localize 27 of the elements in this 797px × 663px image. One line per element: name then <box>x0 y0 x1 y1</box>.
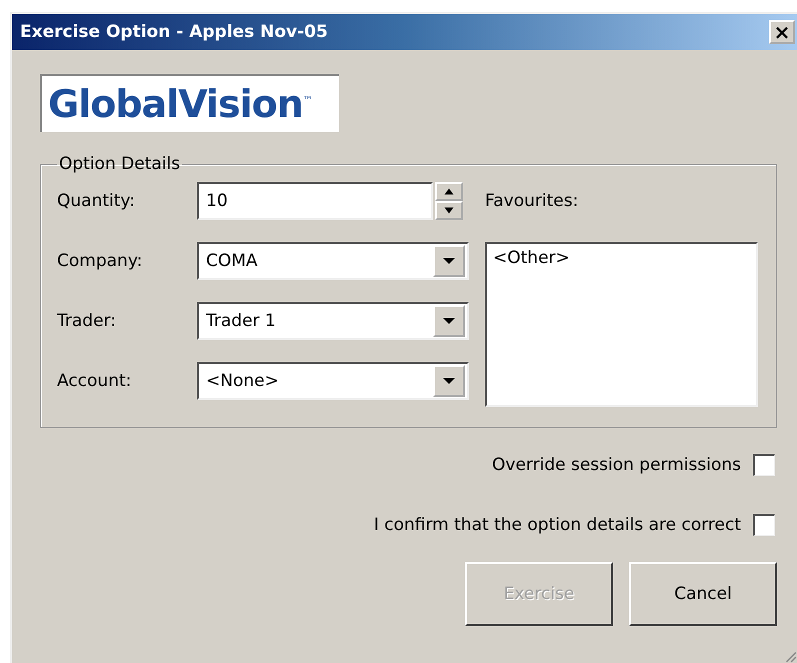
caret-icon <box>442 317 456 325</box>
favourites-list[interactable]: <Other> <box>485 242 758 407</box>
dialog-button[interactable]: Cancel <box>629 562 777 626</box>
quantity-field[interactable]: 10 <box>197 182 433 220</box>
close-button[interactable]: × <box>769 20 795 44</box>
dropdown-field[interactable]: COMA <box>197 242 469 280</box>
field-label: Account: <box>57 371 132 391</box>
dropdown-button[interactable] <box>433 365 465 397</box>
caret-icon <box>442 377 456 385</box>
group-title: Option Details <box>58 154 182 174</box>
field-label: Trader: <box>57 311 117 331</box>
dropdown-field[interactable]: <None> <box>197 362 469 400</box>
checkbox-label: Override session permissions <box>492 455 741 475</box>
checkbox[interactable] <box>753 514 775 536</box>
window-title: Exercise Option - Apples Nov-05 <box>20 22 328 42</box>
checkbox-label: I confirm that the option details are correct <box>374 515 741 535</box>
favourites-label: Favourites: <box>485 190 580 213</box>
dropdown-button[interactable] <box>433 305 465 337</box>
field-label: Quantity: <box>57 191 136 211</box>
logo: GlobalVision$^{™}$ <box>40 74 339 132</box>
caret-icon <box>442 257 456 265</box>
checkbox[interactable] <box>753 454 775 476</box>
list-item[interactable]: <Other> <box>493 248 750 268</box>
field-label: Company: <box>57 251 144 271</box>
resize-grip-icon[interactable] <box>783 649 797 663</box>
dropdown-field[interactable]: Trader 1 <box>197 302 469 340</box>
dropdown-button[interactable] <box>433 245 465 277</box>
